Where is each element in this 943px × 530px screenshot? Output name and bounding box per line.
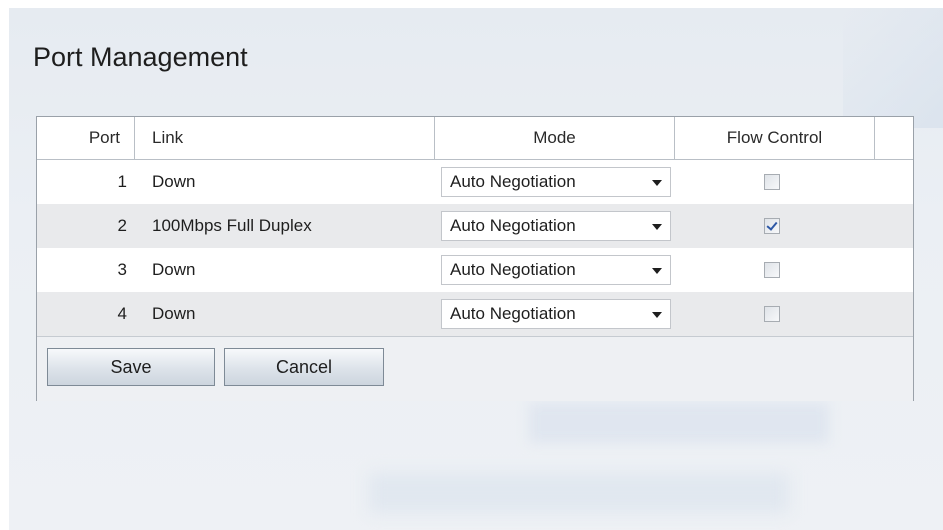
button-bar: Save Cancel (37, 336, 913, 401)
table-header: Port Link Mode Flow Control (37, 117, 913, 160)
mode-dropdown[interactable]: Auto Negotiation (441, 299, 671, 329)
page-panel: Port Management Port Link Mode Flow Cont… (9, 8, 943, 530)
column-header-link: Link (135, 117, 435, 159)
page-title: Port Management (33, 42, 248, 72)
mode-value: Auto Negotiation (450, 172, 576, 191)
background-decoration (369, 473, 789, 513)
mode-value: Auto Negotiation (450, 216, 576, 235)
chevron-down-icon (652, 180, 662, 186)
column-header-port: Port (37, 117, 135, 159)
link-status: Down (152, 172, 196, 191)
flow-control-checkbox[interactable] (764, 262, 780, 278)
chevron-down-icon (652, 312, 662, 318)
cancel-button[interactable]: Cancel (224, 348, 384, 386)
column-header-mode: Mode (435, 117, 675, 159)
flow-control-checkbox[interactable] (764, 306, 780, 322)
chevron-down-icon (652, 268, 662, 274)
mode-value: Auto Negotiation (450, 260, 576, 279)
table-row: 4 Down Auto Negotiation (37, 292, 913, 336)
flow-control-checkbox[interactable] (764, 174, 780, 190)
mode-dropdown[interactable]: Auto Negotiation (441, 211, 671, 241)
save-button[interactable]: Save (47, 348, 215, 386)
port-number: 4 (117, 304, 127, 323)
flow-control-checkbox[interactable] (764, 218, 780, 234)
port-number: 1 (117, 172, 127, 191)
background-decoration (843, 8, 943, 128)
table-row: 2 100Mbps Full Duplex Auto Negotiation (37, 204, 913, 248)
chevron-down-icon (652, 224, 662, 230)
column-header-spacer (875, 117, 913, 159)
column-header-flow-control: Flow Control (675, 117, 875, 159)
mode-dropdown[interactable]: Auto Negotiation (441, 167, 671, 197)
link-status: Down (152, 260, 196, 279)
table-row: 1 Down Auto Negotiation (37, 160, 913, 204)
link-status: 100Mbps Full Duplex (152, 216, 312, 235)
table-row: 3 Down Auto Negotiation (37, 248, 913, 292)
port-table: Port Link Mode Flow Control 1 Down Auto … (36, 116, 914, 401)
link-status: Down (152, 304, 196, 323)
port-number: 3 (117, 260, 127, 279)
mode-dropdown[interactable]: Auto Negotiation (441, 255, 671, 285)
port-number: 2 (117, 216, 127, 235)
mode-value: Auto Negotiation (450, 304, 576, 323)
background-decoration (529, 403, 829, 443)
